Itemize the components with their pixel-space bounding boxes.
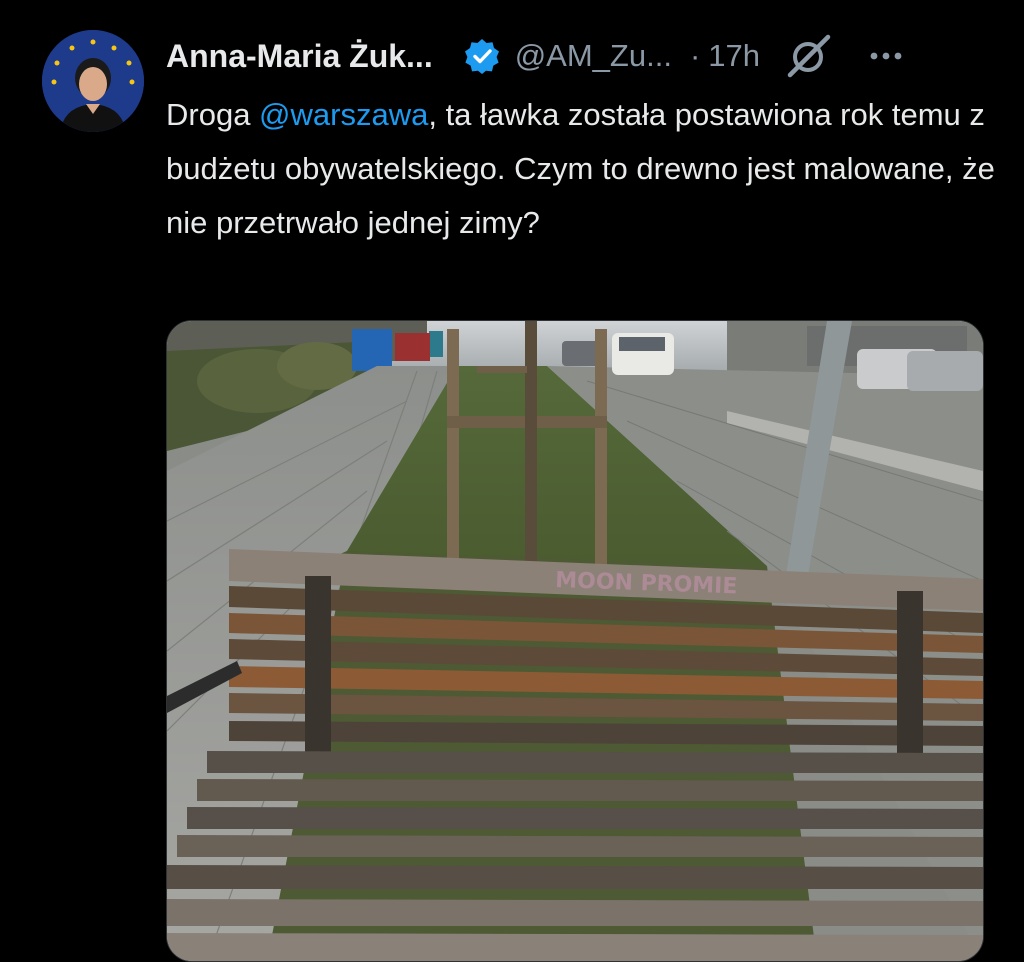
author-display-name[interactable]: Anna-Maria Żuk... [166,38,433,75]
tweet-header: Anna-Maria Żuk... @AM_Zu... · 17h [166,30,986,82]
author-handle[interactable]: @AM_Zu... [515,38,672,74]
grok-icon[interactable] [786,33,832,79]
tweet-text: Droga @warszawa, ta ławka została postaw… [166,88,996,250]
avatar-photo [42,30,144,132]
avatar[interactable] [42,30,144,132]
mention-link[interactable]: @warszawa [259,97,428,132]
tweet-photo[interactable]: MOON PROMIE [166,320,984,962]
tweet-timestamp[interactable]: 17h [708,38,760,74]
tweet-text-start: Droga [166,97,260,132]
separator-dot: · [689,38,701,73]
bench-photo: MOON PROMIE [167,321,983,961]
verified-badge-icon [463,37,501,75]
more-options-icon[interactable] [866,36,906,76]
